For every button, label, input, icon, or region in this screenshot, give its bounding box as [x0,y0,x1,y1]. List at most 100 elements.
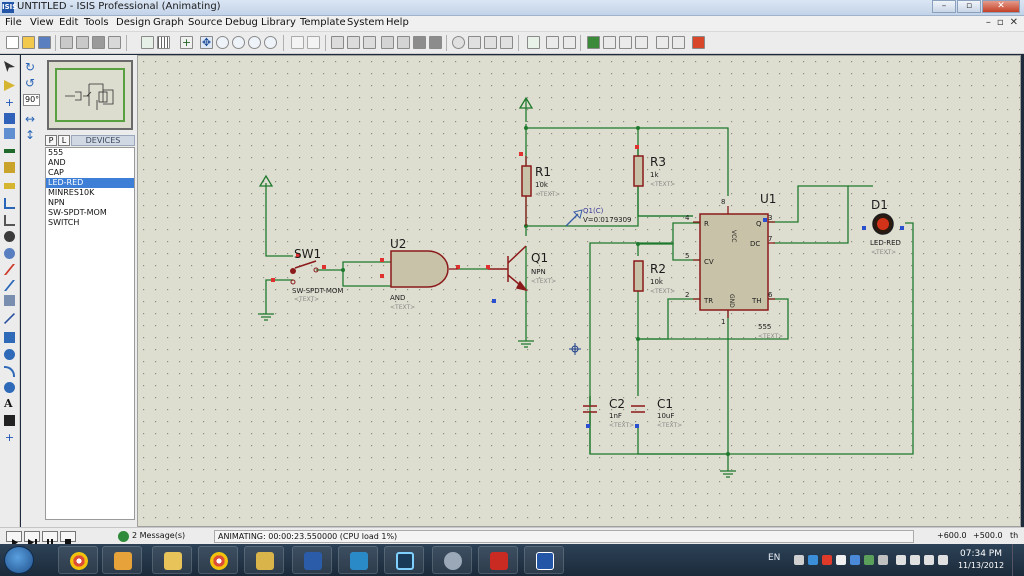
taskbar-ares-button[interactable] [338,546,378,574]
netlist-icon[interactable] [656,36,669,49]
menu-source[interactable]: Source [188,17,222,28]
mirror-horizontal-icon[interactable]: ↔ [25,113,37,125]
menu-library[interactable]: Library [261,17,296,28]
mdi-restore-button[interactable]: ▫ [997,17,1004,28]
text-icon[interactable]: A [4,398,15,409]
tray-app-icon[interactable] [794,555,804,565]
text-script-icon[interactable] [4,128,15,139]
save-icon[interactable] [38,36,51,49]
print-icon[interactable] [92,36,105,49]
menu-view[interactable]: View [30,17,54,28]
start-button[interactable] [4,546,34,574]
line-icon[interactable] [4,313,15,324]
new-sheet-icon[interactable] [603,36,616,49]
box-icon[interactable] [4,332,15,343]
taskbar-isis-button[interactable] [524,546,564,574]
zoom-out-icon[interactable] [232,36,245,49]
device-item-switch[interactable]: SWITCH [46,218,134,228]
menu-graph[interactable]: Graph [153,17,184,28]
make-device-icon[interactable] [468,36,481,49]
pick-icon[interactable] [452,36,465,49]
schematic-canvas[interactable]: SW1 SW-SPDT-MOM <TEXT> U2 AND <TEXT> Q1 … [137,55,1022,528]
graph-icon[interactable] [4,215,15,226]
message-count[interactable]: 2 Message(s) [132,531,185,540]
device-item-555[interactable]: 555 [46,148,134,158]
overview-window[interactable] [47,60,133,130]
tray-update-icon[interactable] [878,555,888,565]
mirror-vertical-icon[interactable]: ↕ [25,129,37,141]
resistor-r2[interactable] [633,260,644,292]
rotation-angle-field[interactable]: 90° [23,94,40,106]
pick-devices-button[interactable]: P [45,135,57,146]
terminal-icon[interactable] [4,183,15,189]
junction-icon[interactable]: + [4,97,15,108]
subcircuit-icon[interactable] [4,162,15,173]
zoom-area-icon[interactable] [264,36,277,49]
goto-sheet-icon[interactable] [635,36,648,49]
block-move-icon[interactable] [397,36,410,49]
origin-icon[interactable]: + [180,36,193,49]
symbol-icon[interactable] [4,415,15,426]
remove-sheet-icon[interactable] [619,36,632,49]
menu-help[interactable]: Help [386,17,409,28]
close-button[interactable]: ✕ [982,0,1020,13]
probe-voltage-icon[interactable] [4,264,15,275]
undo-icon[interactable] [291,36,304,49]
rotate-cw-icon[interactable]: ↻ [25,61,37,73]
menu-debug[interactable]: Debug [225,17,258,28]
packaging-icon[interactable] [484,36,497,49]
show-desktop-button[interactable] [1012,544,1024,576]
tape-icon[interactable] [4,231,15,242]
block-rotate-icon[interactable] [413,36,426,49]
search-icon[interactable] [546,36,559,49]
device-item-npn[interactable]: NPN [46,198,134,208]
circle-icon[interactable] [4,349,15,360]
taskbar-scope-button[interactable] [384,546,424,574]
tray-power-icon[interactable] [910,555,920,565]
system-clock[interactable]: 07:34 PM 11/13/2012 [956,548,1006,571]
wire-label-icon[interactable] [4,113,15,124]
tray-check-icon[interactable] [836,555,846,565]
wire-autorouter-icon[interactable] [527,36,540,49]
new-icon[interactable] [6,36,19,49]
tray-sync-icon[interactable] [864,555,874,565]
restore-button[interactable]: ▫ [957,0,981,13]
bus-icon[interactable] [4,149,15,153]
zoom-all-icon[interactable] [248,36,261,49]
export-icon[interactable] [76,36,89,49]
language-indicator[interactable]: EN [768,553,780,563]
menu-design[interactable]: Design [116,17,151,28]
marker-icon[interactable]: + [4,432,15,443]
tray-flag-icon[interactable] [896,555,906,565]
device-list[interactable]: 555 AND CAP LED-RED MINRES10K NPN SW-SPD… [45,147,135,520]
menu-system[interactable]: System [347,17,384,28]
menu-template[interactable]: Template [300,17,346,28]
area-icon[interactable] [108,36,121,49]
paste-icon[interactable] [363,36,376,49]
component-icon[interactable] [4,80,15,91]
taskbar-media-button[interactable] [102,546,142,574]
device-item-minres10k[interactable]: MINRES10K [46,188,134,198]
grid-icon[interactable] [157,36,170,49]
cut-icon[interactable] [331,36,344,49]
bom-icon[interactable] [672,36,685,49]
copy-icon[interactable] [347,36,360,49]
pin-icon[interactable] [4,198,15,209]
play-button[interactable] [6,531,22,546]
tray-volume-icon[interactable] [938,555,948,565]
select-icon[interactable] [4,61,15,72]
arc-icon[interactable] [4,366,15,377]
step-button[interactable] [24,531,40,546]
minimize-button[interactable]: – [932,0,956,13]
tray-network-icon[interactable] [808,555,818,565]
library-manager-button[interactable]: L [58,135,70,146]
path-icon[interactable] [4,382,15,393]
mdi-close-button[interactable]: ✕ [1010,17,1018,28]
tray-antivirus-icon[interactable] [822,555,832,565]
design-explorer-icon[interactable] [587,36,600,49]
device-item-sw-spdt-mom[interactable]: SW-SPDT-MOM [46,208,134,218]
pause-button[interactable] [42,531,58,546]
message-status-icon[interactable] [118,531,129,542]
taskbar-paint-button[interactable] [432,546,472,574]
device-item-led-red[interactable]: LED-RED [46,178,134,188]
